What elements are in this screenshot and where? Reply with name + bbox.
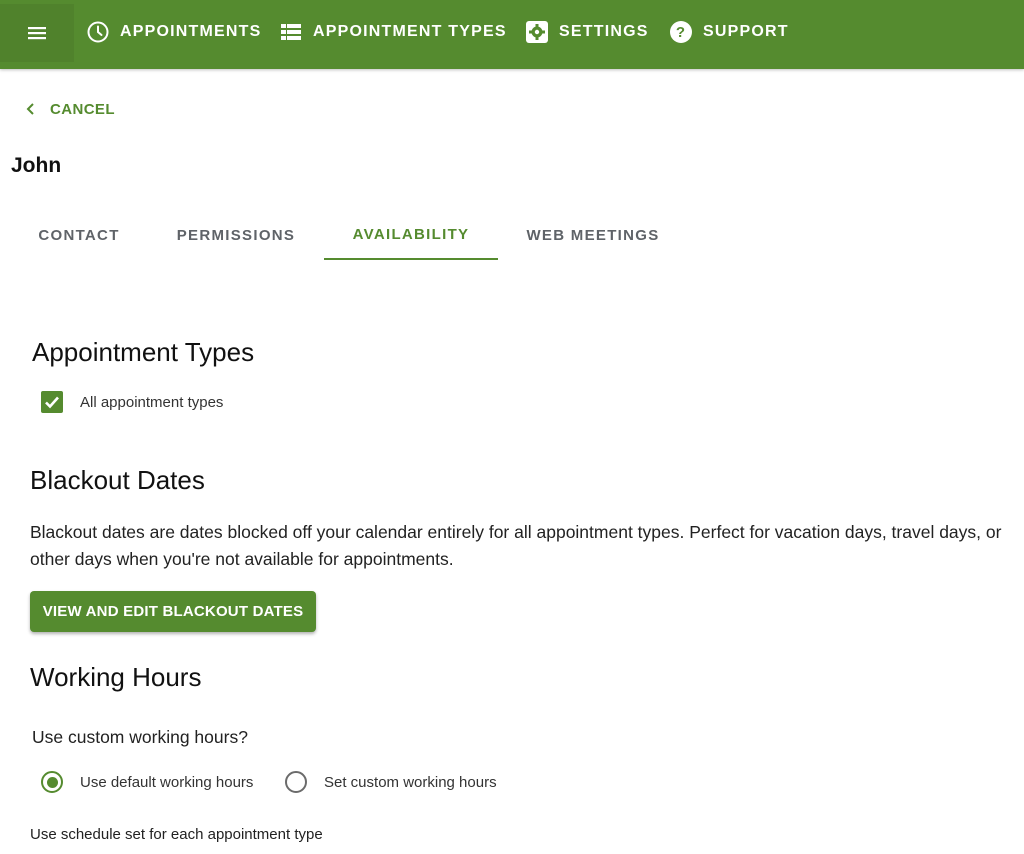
nav-appointments-label: APPOINTMENTS (120, 23, 262, 40)
tab-availability[interactable]: AVAILABILITY (324, 210, 498, 260)
cancel-button[interactable]: CANCEL (24, 98, 115, 120)
list-icon (279, 20, 303, 44)
default-working-hours-option[interactable]: Use default working hours (41, 770, 253, 794)
blackout-dates-heading: Blackout Dates (30, 465, 205, 495)
blackout-dates-description: Blackout dates are dates blocked off you… (30, 522, 1002, 569)
view-edit-blackout-dates-button[interactable]: VIEW AND EDIT BLACKOUT DATES (30, 591, 316, 632)
tab-permissions-label: PERMISSIONS (176, 226, 296, 244)
default-working-hours-label: Use default working hours (80, 773, 254, 791)
help-icon: ? (669, 20, 693, 44)
working-hours-footnote: Use schedule set for each appointment ty… (30, 826, 323, 843)
tab-permissions[interactable]: PERMISSIONS (160, 210, 312, 260)
tab-contact[interactable]: CONTACT (24, 210, 134, 260)
hamburger-menu-button[interactable] (0, 4, 74, 62)
default-working-hours-radio[interactable] (41, 771, 63, 793)
custom-working-hours-option[interactable]: Set custom working hours (285, 770, 497, 794)
nav-appointments[interactable]: APPOINTMENTS (86, 17, 262, 47)
appointment-types-heading: Appointment Types (32, 337, 255, 367)
svg-text:?: ? (676, 24, 686, 41)
nav-settings[interactable]: SETTINGS (525, 17, 649, 47)
checkmark-icon (45, 396, 59, 409)
all-appointment-types-label: All appointment types (80, 393, 224, 411)
nav-settings-label: SETTINGS (559, 23, 649, 40)
chevron-left-icon (24, 102, 38, 116)
user-name-title: John (11, 154, 62, 177)
top-navigation-bar: APPOINTMENTS APPOINTMENT TYPES SETTINGS … (0, 0, 1024, 69)
custom-working-hours-radio[interactable] (285, 771, 307, 793)
working-hours-heading: Working Hours (30, 662, 202, 692)
custom-working-hours-question: Use custom working hours? (32, 727, 248, 747)
cancel-label: CANCEL (50, 100, 115, 118)
hamburger-menu-icon (25, 21, 49, 45)
gear-icon (525, 20, 549, 44)
all-appointment-types-checkbox[interactable] (41, 391, 63, 413)
clock-icon (86, 20, 110, 44)
nav-support[interactable]: ? SUPPORT (669, 17, 789, 47)
tab-web-meetings-label: WEB MEETINGS (526, 226, 660, 244)
tab-contact-label: CONTACT (38, 226, 120, 244)
nav-appointment-types-label: APPOINTMENT TYPES (313, 23, 507, 40)
nav-support-label: SUPPORT (703, 23, 789, 40)
tab-availability-label: AVAILABILITY (352, 225, 470, 243)
tab-web-meetings[interactable]: WEB MEETINGS (512, 210, 674, 260)
custom-working-hours-label: Set custom working hours (324, 773, 497, 791)
nav-appointment-types[interactable]: APPOINTMENT TYPES (279, 17, 507, 47)
all-appointment-types-checkbox-row[interactable]: All appointment types (41, 390, 223, 414)
tab-bar: CONTACT PERMISSIONS AVAILABILITY WEB MEE… (0, 210, 700, 260)
